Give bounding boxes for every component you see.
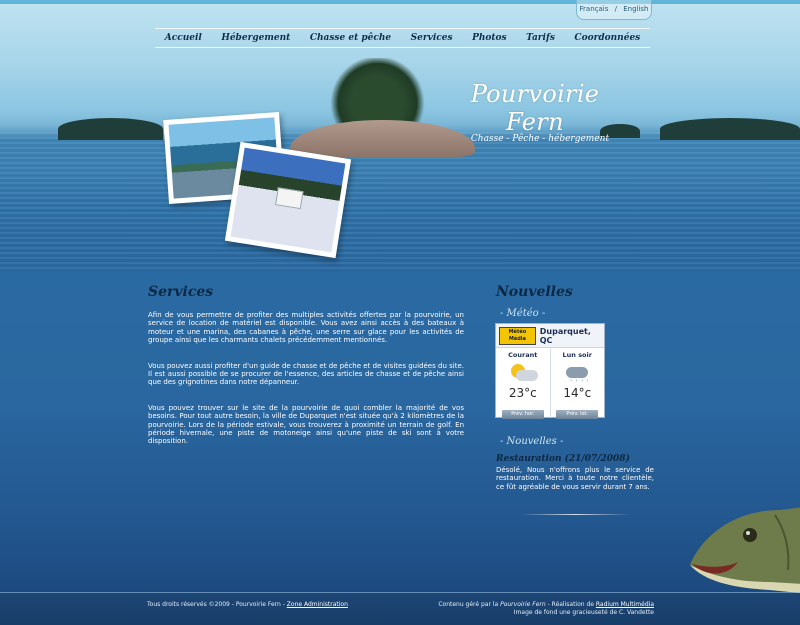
weather-current: Courant 23°c Prév. hor. xyxy=(496,348,550,419)
weather-current-label: Courant xyxy=(508,351,538,359)
nav-tarifs[interactable]: Tarifs xyxy=(526,33,555,43)
admin-zone-link[interactable]: Zone Administration xyxy=(287,601,348,608)
sun-cloud-icon xyxy=(507,362,539,384)
services-title: Services xyxy=(148,284,214,300)
weather-night-temp: 14°c xyxy=(563,386,592,400)
footer-managed-mid: - Réalisation de xyxy=(545,601,596,608)
nav-chasse-peche[interactable]: Chasse et pêche xyxy=(310,33,391,43)
photo-winter-cabin-image xyxy=(230,147,346,253)
news-item-title: Restauration (21/07/2008) xyxy=(496,454,630,464)
hourly-forecast-button[interactable]: Prév. hor. xyxy=(501,410,544,419)
footer-right: Contenu géré par la Pourvoirie Fern - Ré… xyxy=(438,601,654,617)
weather-header: Météo Média Duparquet, QC xyxy=(496,324,604,348)
top-accent-bar xyxy=(0,0,800,4)
meteo-label: - Météo - xyxy=(500,308,546,319)
weather-current-temp: 23°c xyxy=(508,386,537,400)
brand-subtitle: Chasse - Pêche - hébergement xyxy=(470,134,610,144)
nouvelles-label: - Nouvelles - xyxy=(500,436,564,447)
nav-services[interactable]: Services xyxy=(411,33,453,43)
nav-accueil[interactable]: Accueil xyxy=(165,33,202,43)
main-nav: Accueil Hébergement Chasse et pêche Serv… xyxy=(155,28,650,48)
shoreline-right xyxy=(660,118,800,140)
long-forecast-button[interactable]: Prév. lot. xyxy=(556,410,599,419)
services-body: Afin de vous permettre de profiter des m… xyxy=(148,311,464,463)
brand: Pourvoirie Fern Chasse - Pêche - héberge… xyxy=(440,80,630,144)
nav-coordonnees[interactable]: Coordonnées xyxy=(574,33,640,43)
news-item-body: Désolé, Nous n'offrons plus le service d… xyxy=(496,466,654,491)
lang-fr-link[interactable]: Français xyxy=(580,5,609,13)
footer-managed-name: Pourvoirie Fern xyxy=(500,601,546,608)
news-title: Nouvelles xyxy=(496,284,573,300)
weather-city: Duparquet, QC xyxy=(539,326,591,345)
footer: Tous droits réservés ©2009 - Pourvoirie … xyxy=(0,593,800,625)
lang-en-link[interactable]: English xyxy=(623,5,648,13)
photo-winter-cabin xyxy=(224,141,352,259)
weather-night-label: Lun soir xyxy=(562,351,592,359)
meteomedia-logo: Météo Média xyxy=(499,326,536,345)
nav-photos[interactable]: Photos xyxy=(472,33,507,43)
services-paragraph-3: Vous pouvez trouver sur le site de la po… xyxy=(148,403,464,446)
rain-cloud-icon: ' ' ' ' xyxy=(561,362,593,386)
news-divider xyxy=(520,514,630,515)
footer-left: Tous droits réservés ©2009 - Pourvoirie … xyxy=(147,601,348,608)
footer-managed-line: Contenu géré par la Pourvoirie Fern - Ré… xyxy=(438,601,654,609)
services-paragraph-1: Afin de vous permettre de profiter des m… xyxy=(148,311,464,345)
lang-separator: / xyxy=(614,5,617,13)
language-switcher: Français / English xyxy=(576,0,652,20)
weather-widget[interactable]: Météo Média Duparquet, QC Courant 23°c P… xyxy=(495,323,605,419)
services-paragraph-2: Vous pouvez aussi profiter d'un guide de… xyxy=(148,361,464,387)
nav-hebergement[interactable]: Hébergement xyxy=(221,33,290,43)
footer-managed-prefix: Contenu géré par la xyxy=(438,601,501,608)
footer-copyright: Tous droits réservés ©2009 - Pourvoirie … xyxy=(147,601,287,608)
radium-multimedia-link[interactable]: Radium Multimédia xyxy=(596,601,654,608)
brand-title: Pourvoirie Fern xyxy=(470,80,600,136)
weather-forecast: Courant 23°c Prév. hor. Lun soir ' ' ' '… xyxy=(496,348,605,419)
pike-fish-icon xyxy=(690,507,800,593)
footer-credit: Image de fond une gracieuseté de C. Vand… xyxy=(513,609,654,616)
shoreline-left xyxy=(58,118,163,140)
weather-night: Lun soir ' ' ' ' 14°c Prév. lot. xyxy=(549,348,605,419)
